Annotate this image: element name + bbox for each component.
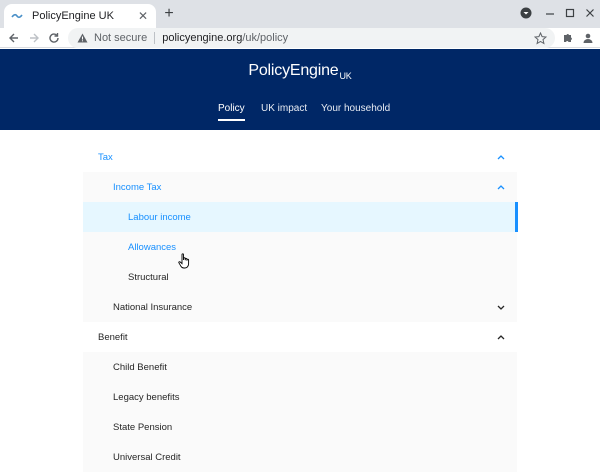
brand-name: PolicyEngine (248, 62, 339, 79)
warning-icon[interactable] (76, 32, 88, 44)
browser-toolbar: Not secure policyengine.org/uk/policy (0, 28, 600, 48)
site-logo[interactable]: PolicyEngineUK (0, 62, 600, 81)
profile-icon[interactable] (519, 6, 533, 20)
brand-suffix: UK (339, 71, 352, 81)
menu-item-tax[interactable]: Tax (83, 142, 517, 172)
menu-item-label: Universal Credit (113, 451, 181, 463)
browser-tab-strip: PolicyEngine UK ✕ + (0, 0, 600, 28)
menu-item-label: Income Tax (113, 181, 162, 193)
security-label[interactable]: Not secure (94, 32, 147, 44)
menu-item-benefit[interactable]: Benefit (83, 322, 517, 352)
browser-tab[interactable]: PolicyEngine UK ✕ (4, 4, 156, 28)
address-bar[interactable]: Not secure policyengine.org/uk/policy (68, 28, 555, 48)
reload-icon[interactable] (45, 29, 63, 47)
menu-item-allowances[interactable]: Allowances (83, 232, 517, 262)
puzzle-icon[interactable] (560, 30, 576, 46)
minimize-icon[interactable] (543, 6, 557, 20)
plus-icon[interactable]: + (161, 5, 177, 22)
menu-item-label: State Pension (113, 421, 173, 433)
menu-item-label: Legacy benefits (113, 391, 180, 403)
menu-item-label: Labour income (128, 211, 191, 223)
menu-item-label: Allowances (128, 241, 177, 253)
chevron-down-icon (495, 301, 507, 313)
policy-menu: Tax Income Tax Labour income Allowances … (83, 142, 518, 472)
url-host: policyengine.org (162, 32, 243, 44)
menu-item-child-benefit[interactable]: Child Benefit (83, 352, 517, 382)
menu-item-label: Tax (98, 151, 113, 163)
tab-title: PolicyEngine UK (32, 10, 114, 22)
chevron-up-icon (495, 151, 507, 163)
selected-indicator (515, 202, 518, 232)
favicon-icon (10, 9, 24, 23)
menu-item-labour-income[interactable]: Labour income (83, 202, 518, 232)
menu-item-legacy-benefits[interactable]: Legacy benefits (83, 382, 517, 412)
forward-arrow-icon[interactable] (25, 29, 43, 47)
star-icon[interactable] (533, 31, 547, 45)
maximize-icon[interactable] (563, 6, 577, 20)
nav-policy[interactable]: Policy (218, 103, 245, 121)
nav-uk-impact[interactable]: UK impact (261, 103, 307, 119)
back-arrow-icon[interactable] (5, 29, 23, 47)
site-nav: Policy UK impact Your household (0, 103, 600, 123)
close-icon[interactable]: ✕ (136, 9, 150, 23)
menu-item-structural[interactable]: Structural (83, 262, 517, 292)
chevron-up-icon (495, 181, 507, 193)
menu-item-label: Benefit (98, 331, 128, 343)
url-path: /uk/policy (242, 32, 289, 44)
menu-item-state-pension[interactable]: State Pension (83, 412, 517, 442)
nav-your-household[interactable]: Your household (321, 103, 390, 119)
menu-item-universal-credit[interactable]: Universal Credit (83, 442, 517, 472)
menu-item-label: Child Benefit (113, 361, 167, 373)
chevron-up-icon (495, 331, 507, 343)
menu-item-national-insurance[interactable]: National Insurance (83, 292, 517, 322)
url-divider (154, 32, 156, 44)
menu-item-label: Structural (128, 271, 169, 283)
close-window-icon[interactable] (583, 6, 597, 20)
menu-item-label: National Insurance (113, 301, 193, 313)
avatar-icon[interactable] (580, 30, 596, 46)
site-header: PolicyEngineUK Policy UK impact Your hou… (0, 49, 600, 130)
menu-item-income-tax[interactable]: Income Tax (83, 172, 517, 202)
